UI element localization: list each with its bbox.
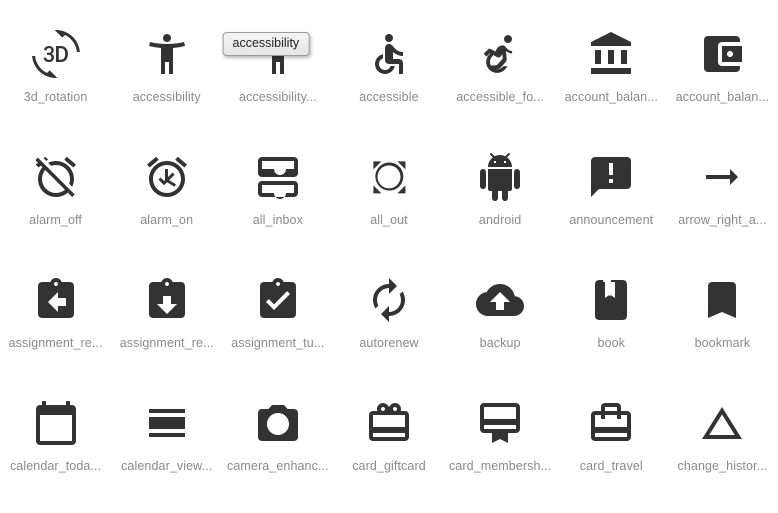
icon-label: alarm_on [140, 213, 194, 227]
icon-cell-3d-rotation[interactable]: 3d_rotation [0, 8, 111, 131]
icon-cell-calendar-today[interactable]: calendar_toda... [0, 377, 111, 500]
icon-label: all_inbox [252, 213, 303, 227]
icon-cell-change-history[interactable]: change_histor... [667, 377, 778, 500]
icon-cell-assignment-returned[interactable]: assignment_re... [111, 254, 222, 377]
icon-cell-alarm-off[interactable]: alarm_off [0, 131, 111, 254]
icon-cell-accessible-forward[interactable]: accessible_fo... [445, 8, 556, 131]
assignment-turned-in-icon[interactable] [254, 276, 302, 324]
icon-label: accessible [359, 90, 419, 104]
account-balance-wallet-icon[interactable] [698, 30, 746, 78]
icon-label: 3d_rotation [23, 90, 88, 104]
icon-cell-backup[interactable]: backup [445, 254, 556, 377]
arrow-right-alt-icon[interactable] [698, 153, 746, 201]
icon-label: accessibility... [238, 90, 317, 104]
backup-icon[interactable] [476, 276, 525, 324]
icon-label: android [478, 213, 522, 227]
android-icon[interactable] [476, 153, 524, 201]
card-travel-icon[interactable] [587, 399, 635, 447]
icon-label: accessibility [132, 90, 201, 104]
icon-label: bookmark [694, 336, 751, 350]
icon-cell-account-balance[interactable]: account_balan... [556, 8, 667, 131]
icon-cell-accessibility-new[interactable]: accessibility accessibility... [222, 8, 333, 131]
announcement-icon[interactable] [587, 153, 635, 201]
all-out-icon[interactable] [365, 153, 413, 201]
bookmark-icon[interactable] [698, 276, 746, 324]
accessible-icon[interactable] [365, 30, 413, 78]
icon-label: announcement [569, 213, 654, 227]
icon-cell-calendar-view-day[interactable]: calendar_view... [111, 377, 222, 500]
icon-label: camera_enhanc... [227, 459, 329, 473]
icon-label: alarm_off [29, 213, 82, 227]
icon-tooltip: accessibility [222, 32, 310, 56]
icon-cell-assignment-return[interactable]: assignment_re... [0, 254, 111, 377]
icon-cell-card-giftcard[interactable]: card_giftcard [333, 377, 444, 500]
icon-cell-accessibility[interactable]: accessibility [111, 8, 222, 131]
icon-cell-alarm-on[interactable]: alarm_on [111, 131, 222, 254]
icon-label: calendar_toda... [9, 459, 102, 473]
icon-label: account_balan... [675, 90, 770, 104]
icon-cell-account-balance-wallet[interactable]: account_balan... [667, 8, 778, 131]
icon-cell-accessible[interactable]: accessible [333, 8, 444, 131]
icon-cell-card-travel[interactable]: card_travel [556, 377, 667, 500]
icon-cell-bookmark[interactable]: bookmark [667, 254, 778, 377]
icon-label: card_membersh... [448, 459, 552, 473]
accessible-forward-icon[interactable] [476, 30, 524, 78]
icon-label: account_balan... [564, 90, 658, 104]
card-membership-icon[interactable] [476, 399, 524, 447]
book-icon[interactable] [587, 276, 635, 324]
icon-cell-assignment-turned-in[interactable]: assignment_tu... [222, 254, 333, 377]
icon-cell-all-inbox[interactable]: all_inbox [222, 131, 333, 254]
change-history-icon[interactable] [698, 399, 746, 447]
icon-label: assignment_tu... [231, 336, 325, 350]
icon-cell-card-membership[interactable]: card_membersh... [445, 377, 556, 500]
assignment-return-icon[interactable] [32, 276, 80, 324]
assignment-returned-icon[interactable] [143, 276, 191, 324]
icon-cell-autorenew[interactable]: autorenew [333, 254, 444, 377]
icon-label: card_travel [579, 459, 643, 473]
icon-cell-all-out[interactable]: all_out [333, 131, 444, 254]
icon-label: book [597, 336, 626, 350]
icon-cell-android[interactable]: android [445, 131, 556, 254]
all-inbox-icon[interactable] [254, 153, 302, 201]
icon-cell-book[interactable]: book [556, 254, 667, 377]
icon-cell-announcement[interactable]: announcement [556, 131, 667, 254]
accessibility-icon[interactable] [143, 30, 191, 78]
icon-label: assignment_re... [8, 336, 103, 350]
account-balance-icon[interactable] [587, 30, 635, 78]
icon-cell-camera-enhance[interactable]: camera_enhanc... [222, 377, 333, 500]
icon-label: arrow_right_a... [678, 213, 767, 227]
icon-label: all_out [370, 213, 408, 227]
autorenew-icon[interactable] [365, 276, 413, 324]
icon-label: accessible_fo... [456, 90, 545, 104]
calendar-today-icon[interactable] [32, 399, 80, 447]
icon-label: card_giftcard [352, 459, 426, 473]
icon-grid: 3d_rotation accessibility accessibility … [0, 0, 778, 500]
alarm-on-icon[interactable] [143, 153, 191, 201]
icon-label: backup [479, 336, 521, 350]
camera-enhance-icon[interactable] [254, 399, 302, 447]
3d-rotation-icon[interactable] [31, 30, 80, 78]
calendar-view-day-icon[interactable] [143, 399, 191, 447]
icon-cell-arrow-right-alt[interactable]: arrow_right_a... [667, 131, 778, 254]
icon-label: assignment_re... [119, 336, 214, 350]
icon-label: autorenew [359, 336, 419, 350]
alarm-off-icon[interactable] [32, 153, 80, 201]
icon-label: calendar_view... [121, 459, 213, 473]
card-giftcard-icon[interactable] [365, 399, 413, 447]
icon-label: change_histor... [677, 459, 768, 473]
